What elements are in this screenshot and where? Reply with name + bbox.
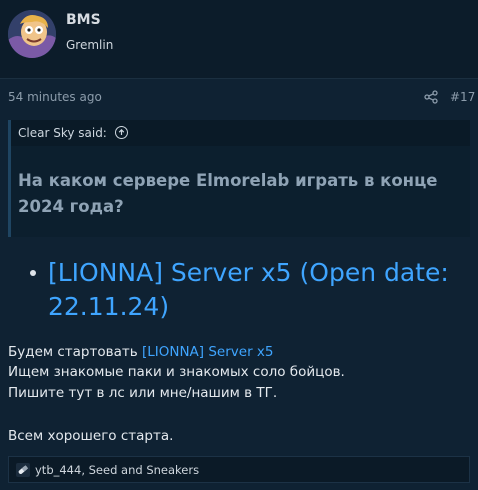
avatar[interactable] [8, 10, 56, 58]
quote-author: Clear Sky said: [18, 126, 107, 140]
arrow-up-circle-icon[interactable] [114, 126, 128, 139]
server-link[interactable]: [LIONNA] Server x5 (Open date: 22.11.24) [48, 256, 468, 324]
message-line-1: Будем стартовать [LIONNA] Server x5 [8, 342, 468, 362]
user-title: Gremlin [66, 38, 114, 52]
message-line-3: Пишите тут в лс или мне/нашим в ТГ. [8, 385, 278, 401]
post-header: BMS Gremlin [0, 0, 478, 79]
reactions-bar: ytb_444, Seed and Sneakers [8, 456, 470, 483]
username[interactable]: BMS [66, 12, 101, 28]
reactions-list[interactable]: ytb_444, Seed and Sneakers [35, 463, 199, 477]
share-icon[interactable] [424, 89, 438, 104]
quote-attribution[interactable]: Clear Sky said: [18, 126, 128, 140]
list-bullet [30, 270, 36, 276]
message-line-4: Всем хорошего старта. [8, 428, 174, 444]
quote-block: Clear Sky said: На каком сервере Elmorel… [8, 120, 470, 237]
like-icon [16, 462, 30, 477]
quote-text: На каком сервере Elmorelab играть в конц… [18, 171, 438, 216]
message-line-2: Ищем знакомые паки и знакомых соло бойцо… [8, 364, 345, 380]
post-timestamp[interactable]: 54 minutes ago [8, 90, 102, 104]
quote-header: Clear Sky said: [11, 120, 470, 146]
server-inline-link[interactable]: [LIONNA] Server x5 [142, 344, 274, 360]
message-text: Будем стартовать [8, 344, 142, 360]
post-number-link[interactable]: #17 [450, 90, 475, 104]
